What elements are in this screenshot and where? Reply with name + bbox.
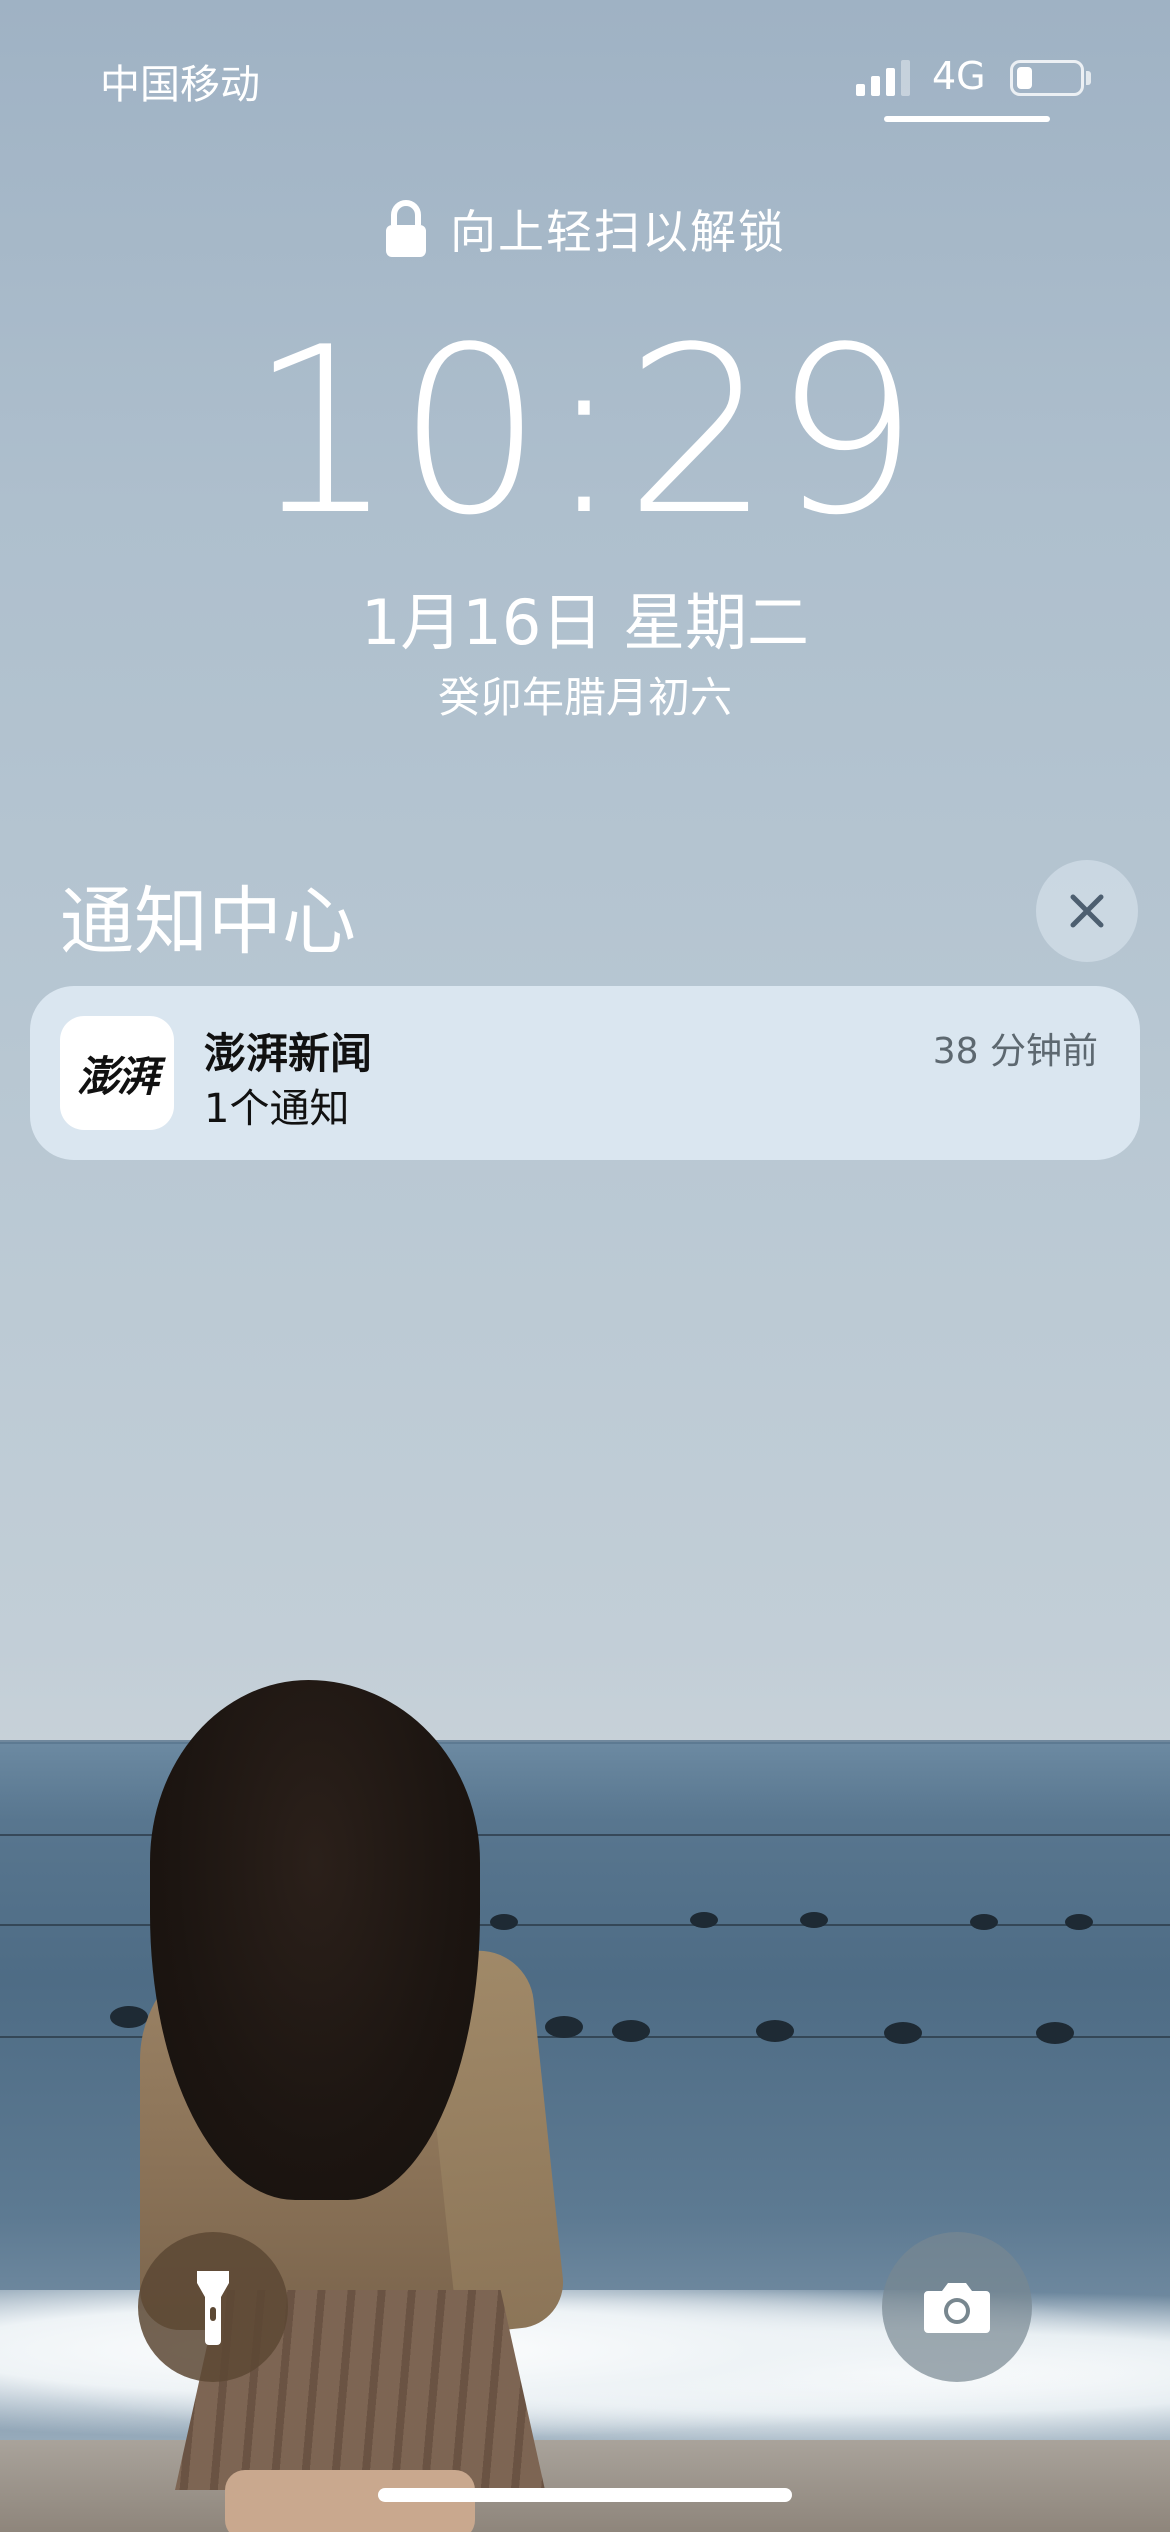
wallpaper-buoy: [690, 1912, 718, 1928]
notification-summary: 1个通知: [204, 1086, 350, 1132]
flashlight-icon: [197, 2271, 229, 2345]
lock-icon: [384, 199, 428, 259]
notification-timestamp: 38 分钟前: [932, 1031, 1098, 1072]
app-icon-thepaper: 澎湃: [60, 1016, 174, 1130]
camera-button[interactable]: [882, 2232, 1032, 2382]
lock-screen: 中国移动 4G 向上轻扫以解锁 10:29 1月16日 星期二 癸卯年腊月初六 …: [0, 0, 1170, 2532]
network-type-label: 4G: [932, 54, 986, 98]
wallpaper-buoy: [545, 2016, 583, 2038]
camera-icon: [924, 2283, 990, 2333]
battery-icon: [1010, 60, 1084, 96]
wallpaper-buoy: [756, 2020, 794, 2042]
wallpaper-buoy: [110, 2006, 148, 2028]
close-icon: [1070, 894, 1104, 928]
wallpaper-buoy: [800, 1912, 828, 1928]
unlock-hint-text: 向上轻扫以解锁: [450, 205, 786, 259]
battery-cap: [1086, 71, 1091, 85]
wallpaper-buoy: [1036, 2022, 1074, 2044]
carrier-label: 中国移动: [100, 62, 260, 108]
notification-app-name: 澎湃新闻: [204, 1029, 373, 1078]
wallpaper-buoy: [612, 2020, 650, 2042]
notification-card[interactable]: 澎湃 澎湃新闻 1个通知 38 分钟前: [30, 986, 1140, 1160]
clock-time: 10:29: [248, 299, 922, 566]
wallpaper-horizon: [0, 1740, 1170, 1744]
signal-bar: [886, 68, 895, 96]
battery-level-fill: [1017, 67, 1032, 89]
signal-bar: [901, 60, 910, 96]
app-icon-logo: 澎湃: [76, 1051, 159, 1101]
signal-bar: [856, 84, 865, 96]
wallpaper-buoy: [884, 2022, 922, 2044]
lunar-date-label: 癸卯年腊月初六: [437, 673, 732, 722]
status-bar-indicator: [884, 116, 1050, 122]
wallpaper-sand: [0, 2440, 1170, 2532]
date-label: 1月16日 星期二: [360, 586, 810, 659]
home-indicator[interactable]: [378, 2488, 792, 2502]
signal-bar: [871, 76, 880, 96]
wallpaper-buoy: [1065, 1914, 1093, 1930]
signal-strength-icon: [856, 60, 912, 96]
notification-center-title: 通知中心: [60, 879, 356, 965]
clear-notifications-button[interactable]: [1036, 860, 1138, 962]
unlock-hint: 向上轻扫以解锁: [0, 196, 1170, 262]
wallpaper-person-hair: [150, 1680, 480, 2200]
wallpaper-buoy: [970, 1914, 998, 1930]
flashlight-button[interactable]: [138, 2232, 288, 2382]
wallpaper-buoy: [490, 1914, 518, 1930]
